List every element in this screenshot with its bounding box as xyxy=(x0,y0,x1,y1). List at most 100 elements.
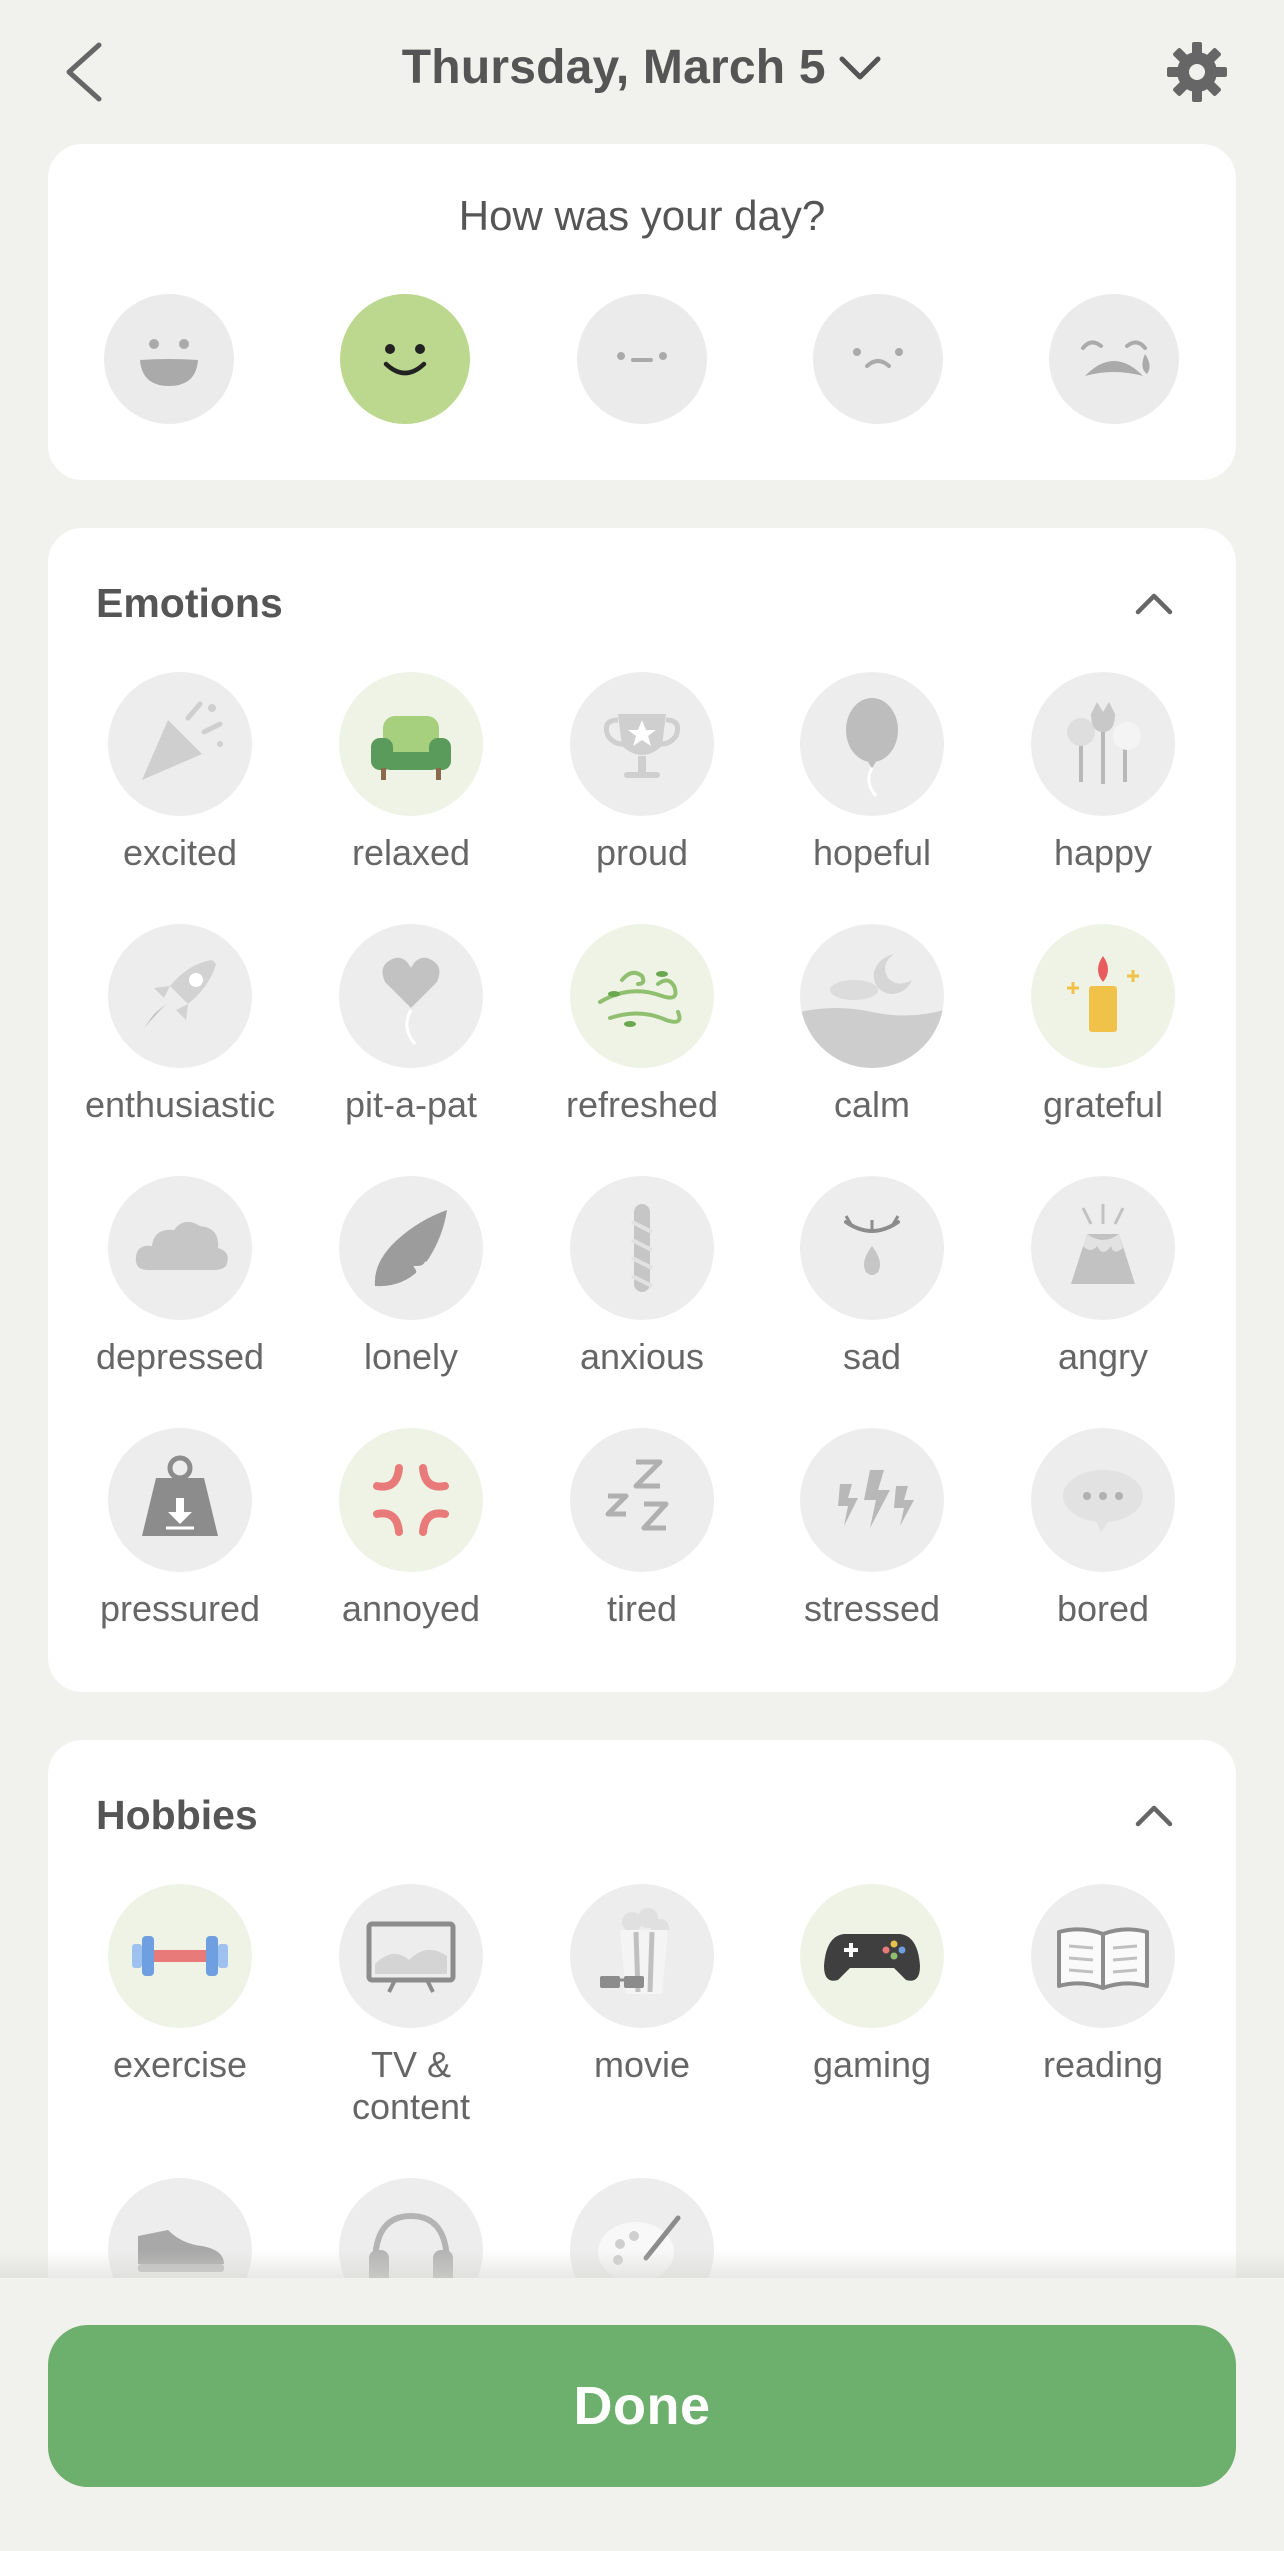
hobby-label: gaming xyxy=(812,2044,932,2085)
emotion-lonely[interactable]: lonely xyxy=(296,1176,526,1378)
gamepad-icon xyxy=(824,1934,920,1981)
page-title: Thursday, March 5 xyxy=(401,41,826,94)
emotion-label: happy xyxy=(1053,832,1153,873)
speech-bubble-icon xyxy=(1063,1470,1143,1532)
scroll-fade xyxy=(0,2250,1284,2280)
mood-option-awful[interactable] xyxy=(1049,294,1179,424)
candle-icon xyxy=(1067,956,1139,1032)
mood-option-bad[interactable] xyxy=(813,294,943,424)
hobby-label: TV & content xyxy=(351,2044,471,2127)
mood-option-good[interactable] xyxy=(340,294,470,424)
chevron-up-icon xyxy=(1135,593,1173,615)
zzz-icon xyxy=(605,1459,669,1531)
emotions-card: Emotions excited relaxed proud hopeful h… xyxy=(48,528,1236,1692)
tv-icon xyxy=(366,1921,456,1993)
emotion-label: bored xyxy=(1056,1588,1150,1629)
wind-icon xyxy=(598,970,682,1027)
emotion-label: lonely xyxy=(363,1336,459,1377)
emotion-bored[interactable]: bored xyxy=(988,1428,1218,1630)
hobby-reading[interactable]: reading xyxy=(988,1884,1218,2086)
chevron-down-icon xyxy=(839,56,881,79)
emotion-label: angry xyxy=(1057,1336,1149,1377)
balloon-icon xyxy=(846,698,898,797)
emotion-excited[interactable]: excited xyxy=(65,672,295,874)
emotion-depressed[interactable]: depressed xyxy=(65,1176,295,1378)
armchair-icon xyxy=(371,716,451,780)
heart-balloon-icon xyxy=(382,957,440,1045)
emotions-section-title: Emotions xyxy=(96,580,283,626)
mood-question: How was your day? xyxy=(458,192,826,239)
rocket-icon xyxy=(144,960,216,1028)
hobbies-collapse-button[interactable] xyxy=(1132,1800,1176,1830)
party-popper-icon xyxy=(142,701,223,780)
mood-card: How was your day? xyxy=(48,144,1236,480)
hobby-label: exercise xyxy=(112,2044,248,2085)
emotion-label: proud xyxy=(595,832,689,873)
frowning-face-icon xyxy=(853,348,903,368)
rope-icon xyxy=(631,1204,653,1292)
emotion-relaxed[interactable]: relaxed xyxy=(296,672,526,874)
lightning-icon xyxy=(838,1470,914,1528)
trophy-icon xyxy=(603,714,681,778)
emotion-sad[interactable]: sad xyxy=(757,1176,987,1378)
chevron-up-icon xyxy=(1135,1805,1173,1827)
header: Thursday, March 5 xyxy=(0,0,1284,145)
grinning-face-icon xyxy=(140,339,198,386)
crying-face-icon xyxy=(1081,340,1150,376)
emotion-label: depressed xyxy=(95,1336,265,1377)
emotion-label: anxious xyxy=(579,1336,705,1377)
mood-option-great[interactable] xyxy=(104,294,234,424)
hobby-tv-content[interactable]: TV & content xyxy=(296,1884,526,2128)
mood-option-okay[interactable] xyxy=(577,294,707,424)
emotion-enthusiastic[interactable]: enthusiastic xyxy=(65,924,295,1126)
emotion-grateful[interactable]: grateful xyxy=(988,924,1218,1126)
emotion-angry[interactable]: angry xyxy=(988,1176,1218,1378)
hobby-label: reading xyxy=(1042,2044,1164,2085)
anger-mark-icon xyxy=(373,1464,449,1536)
emotion-label: grateful xyxy=(1042,1084,1164,1125)
emotion-refreshed[interactable]: refreshed xyxy=(527,924,757,1126)
emotion-happy[interactable]: happy xyxy=(988,672,1218,874)
smiling-face-icon xyxy=(383,344,427,376)
emotion-label: relaxed xyxy=(351,832,471,873)
emotion-hopeful[interactable]: hopeful xyxy=(757,672,987,874)
emotion-anxious[interactable]: anxious xyxy=(527,1176,757,1378)
settings-button[interactable] xyxy=(1165,40,1229,104)
emotion-pressured[interactable]: pressured xyxy=(65,1428,295,1630)
neutral-face-icon xyxy=(617,352,667,362)
teardrop-eye-icon xyxy=(844,1215,900,1275)
hobby-movie[interactable]: movie xyxy=(527,1884,757,2086)
hobby-exercise[interactable]: exercise xyxy=(65,1884,295,2086)
popcorn-icon xyxy=(600,1908,669,1994)
dumbbell-icon xyxy=(132,1936,228,1976)
book-icon xyxy=(1057,1927,1149,1990)
emotion-stressed[interactable]: stressed xyxy=(757,1428,987,1630)
moon-water-icon xyxy=(800,954,944,1068)
emotion-tired[interactable]: tired xyxy=(527,1428,757,1630)
emotions-collapse-button[interactable] xyxy=(1132,588,1176,618)
flowers-icon xyxy=(1067,702,1141,784)
emotion-annoyed[interactable]: annoyed xyxy=(296,1428,526,1630)
leaf-icon xyxy=(374,1210,447,1287)
emotion-proud[interactable]: proud xyxy=(527,672,757,874)
hobbies-section-title: Hobbies xyxy=(96,1792,258,1838)
emotion-label: refreshed xyxy=(565,1084,719,1125)
emotion-label: excited xyxy=(122,832,238,873)
emotion-label: hopeful xyxy=(812,832,932,873)
hobby-label: movie xyxy=(593,2044,691,2085)
weight-icon xyxy=(142,1455,218,1536)
emotion-label: tired xyxy=(606,1588,678,1629)
emotion-label: calm xyxy=(833,1084,910,1125)
hobby-gaming[interactable]: gaming xyxy=(757,1884,987,2086)
emotion-label: annoyed xyxy=(341,1588,481,1629)
date-selector[interactable]: Thursday, March 5 xyxy=(0,40,1284,106)
emotion-calm[interactable]: calm xyxy=(757,924,987,1126)
emotion-pit-a-pat[interactable]: pit-a-pat xyxy=(296,924,526,1126)
emotion-label: enthusiastic xyxy=(84,1084,276,1125)
gear-icon xyxy=(1167,42,1227,102)
emotion-label: sad xyxy=(842,1336,902,1377)
volcano-icon xyxy=(1071,1204,1135,1284)
emotion-label: stressed xyxy=(803,1588,941,1629)
done-button[interactable]: Done xyxy=(48,2325,1236,2487)
cloud-icon xyxy=(135,1221,228,1270)
